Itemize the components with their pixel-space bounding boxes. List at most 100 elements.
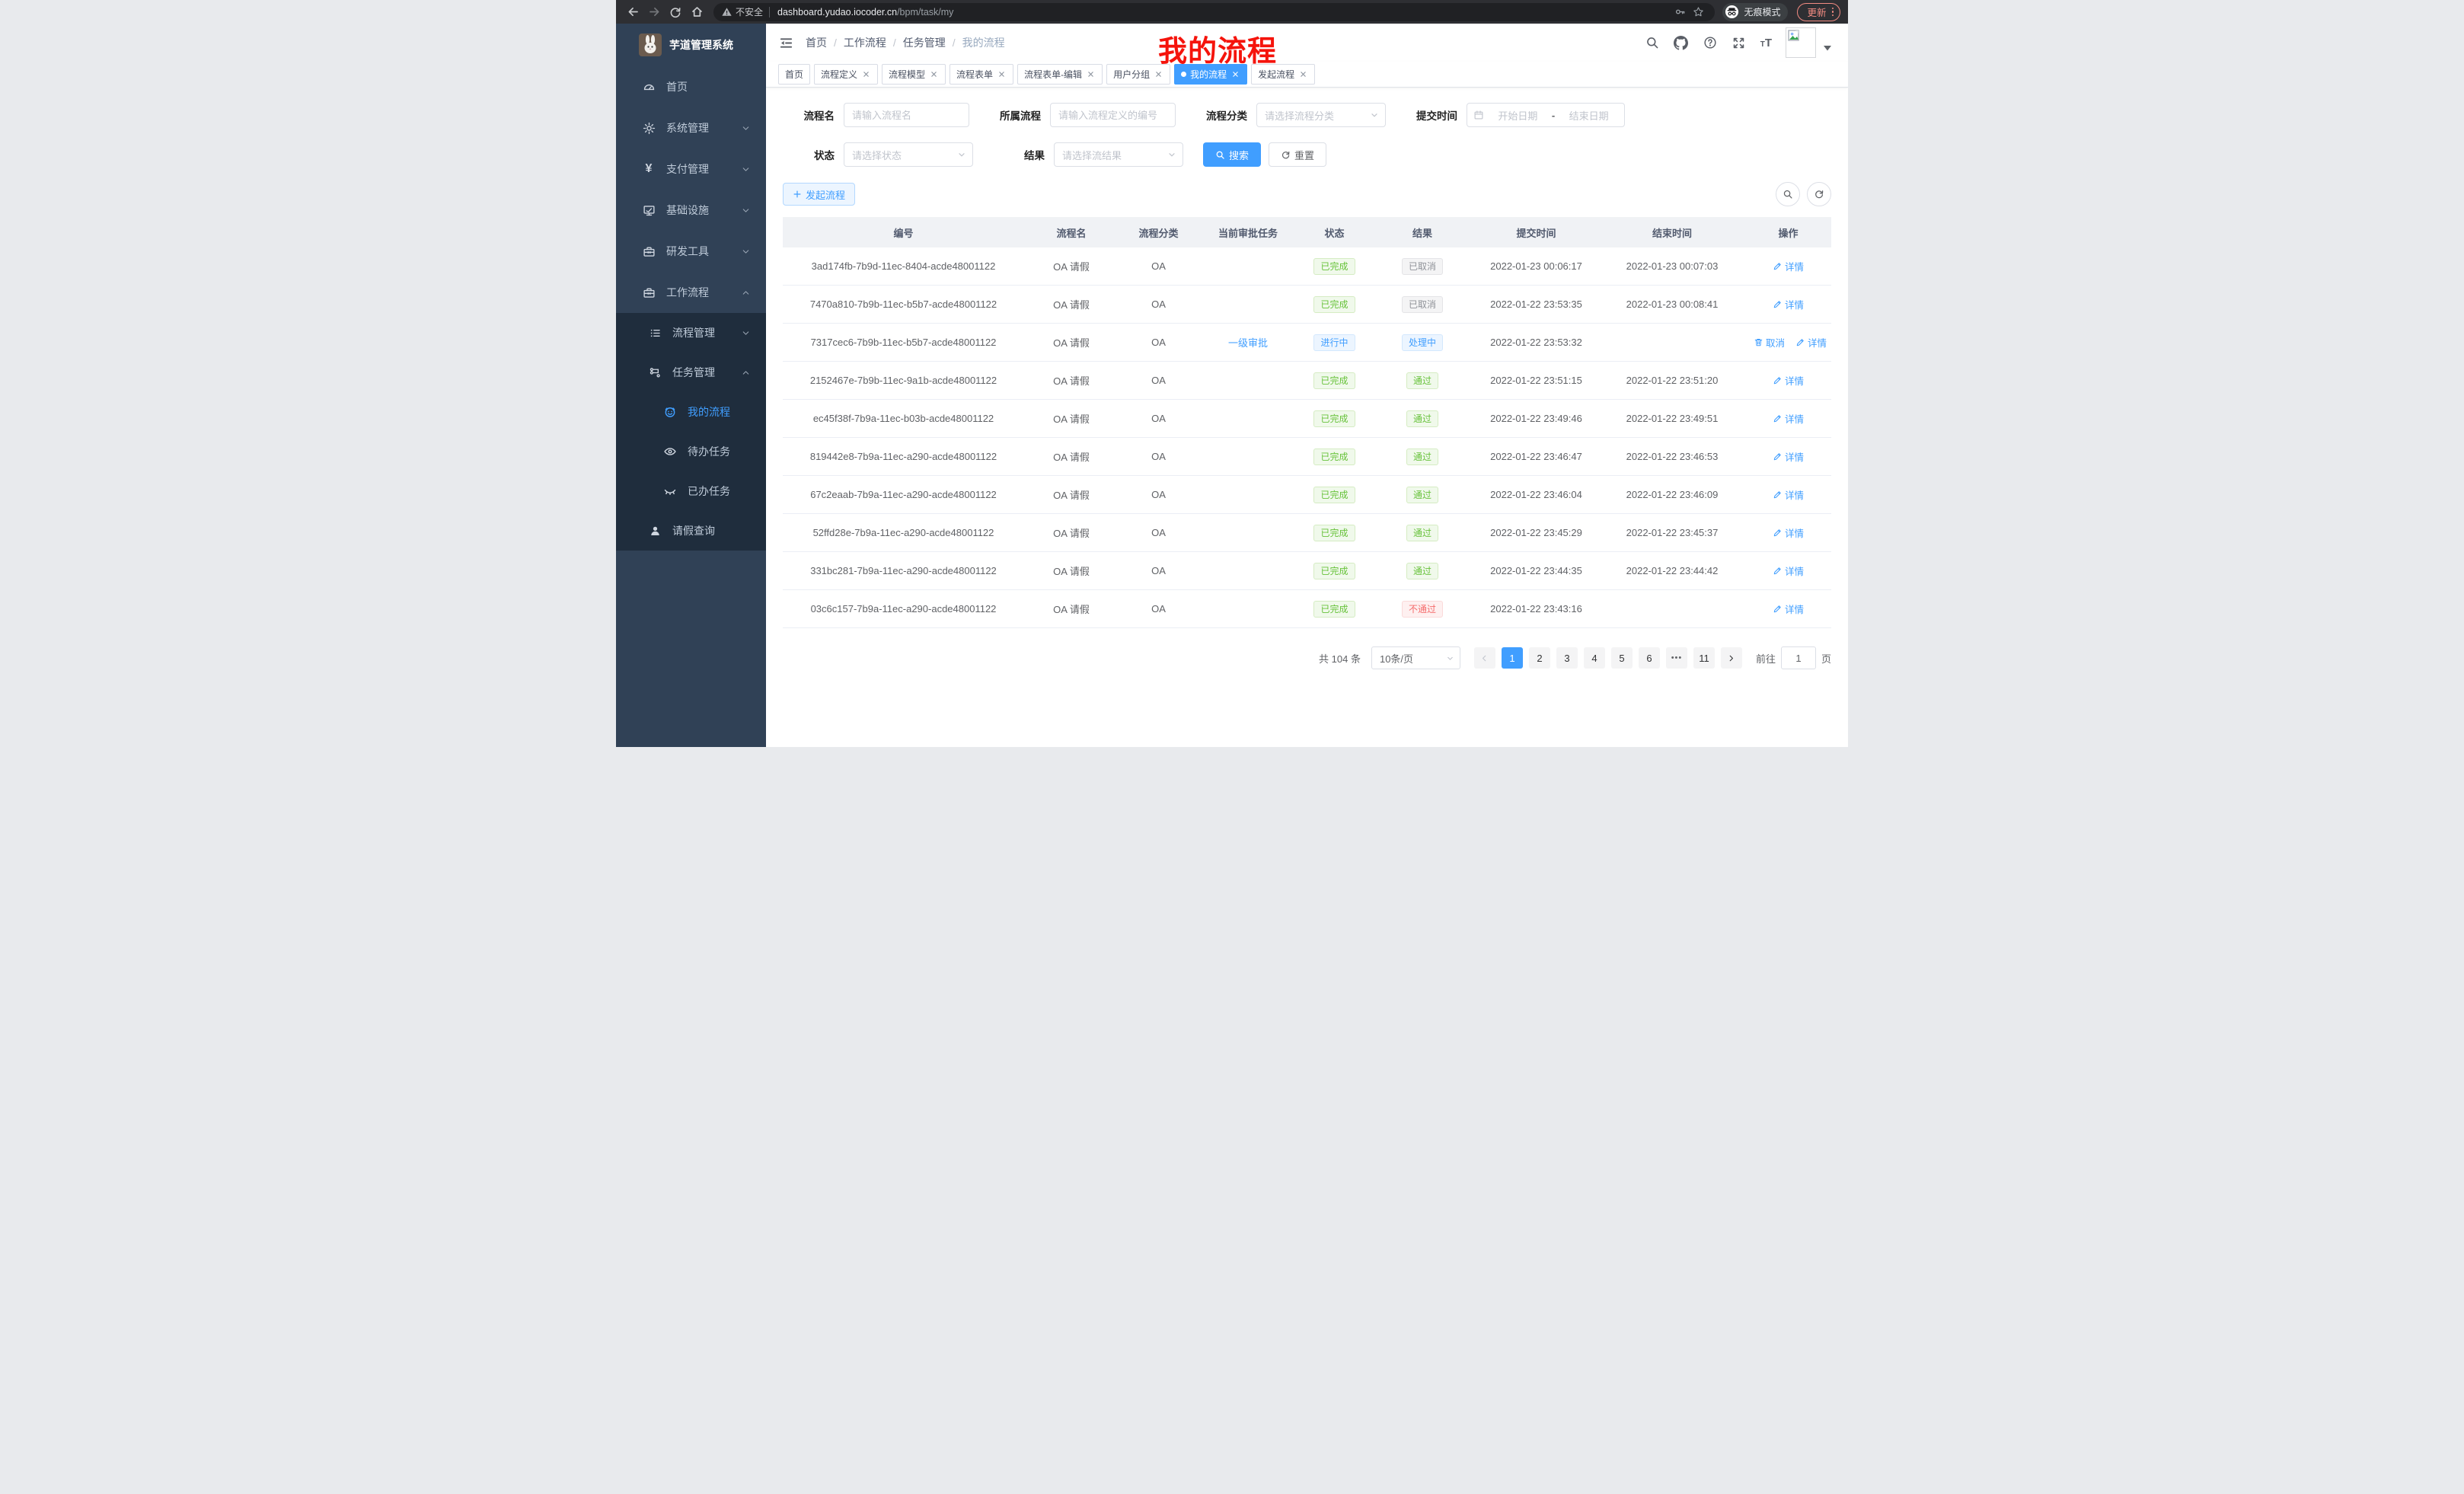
pager-next-button[interactable] [1721, 647, 1742, 669]
sidebar-item-process-management[interactable]: 流程管理 [616, 313, 766, 353]
process-category-select[interactable]: 请选择流程分类 [1256, 103, 1386, 127]
detail-action-link[interactable]: 详情 [1773, 297, 1804, 311]
forward-button[interactable] [645, 3, 663, 21]
update-button[interactable]: 更新 [1797, 3, 1840, 21]
app-logo-row[interactable]: 芋道管理系统 [616, 24, 766, 66]
avatar[interactable] [1786, 27, 1816, 58]
pager-prev-button[interactable] [1474, 647, 1495, 669]
submit-time-daterange[interactable]: 开始日期 - 结束日期 [1467, 103, 1625, 127]
pager-page-11[interactable]: 11 [1693, 647, 1715, 669]
sidebar-item-todo-tasks[interactable]: 待办任务 [616, 432, 766, 471]
goto-page-input[interactable] [1781, 646, 1816, 669]
sidebar-item-leave-query[interactable]: 请假查询 [616, 511, 766, 551]
pager-page-2[interactable]: 2 [1529, 647, 1550, 669]
github-icon[interactable] [1674, 35, 1689, 50]
sidebar-item-home[interactable]: 首页 [616, 66, 766, 107]
cancel-action-link[interactable]: 取消 [1754, 335, 1785, 350]
tab-process-model[interactable]: 流程模型 [882, 64, 946, 85]
tab-home[interactable]: 首页 [778, 64, 810, 85]
tab-my-process[interactable]: 我的流程 [1174, 64, 1247, 85]
close-icon[interactable] [1154, 69, 1163, 79]
pager-page-6[interactable]: 6 [1639, 647, 1660, 669]
pager-page-3[interactable]: 3 [1556, 647, 1578, 669]
pager-page-1[interactable]: 1 [1502, 647, 1523, 669]
fullscreen-icon[interactable] [1732, 35, 1747, 50]
close-icon[interactable] [929, 69, 939, 79]
tab-process-form[interactable]: 流程表单 [950, 64, 1013, 85]
start-process-button[interactable]: 发起流程 [783, 183, 855, 206]
omnibox-divider [769, 7, 770, 18]
detail-action-link[interactable]: 详情 [1773, 525, 1804, 540]
result-select[interactable]: 请选择流结果 [1054, 142, 1183, 167]
browser-menu-icon[interactable] [1832, 8, 1834, 17]
detail-action-link[interactable]: 详情 [1773, 449, 1804, 464]
avatar-caret-icon[interactable] [1824, 46, 1831, 51]
password-key-icon[interactable] [1671, 3, 1689, 21]
pager-page-5[interactable]: 5 [1611, 647, 1633, 669]
close-icon[interactable] [1086, 69, 1096, 79]
sidebar-item-system[interactable]: 系统管理 [616, 107, 766, 148]
search-icon [1215, 150, 1225, 160]
sidebar-item-label: 已办任务 [688, 484, 730, 499]
toggle-search-button[interactable] [1776, 182, 1800, 206]
detail-action-link[interactable]: 详情 [1773, 487, 1804, 502]
close-icon[interactable] [1298, 69, 1308, 79]
address-bar[interactable]: 不安全 dashboard.yudao.iocoder.cn/bpm/task/… [713, 3, 1715, 21]
detail-action-link[interactable]: 详情 [1773, 411, 1804, 426]
sidebar-item-devtools[interactable]: 研发工具 [616, 231, 766, 272]
detail-action-link[interactable]: 详情 [1773, 602, 1804, 616]
close-icon[interactable] [997, 69, 1007, 79]
url-host: dashboard.yudao.iocoder.cn [777, 7, 897, 18]
sidebar-item-label: 工作流程 [666, 285, 709, 300]
bookmark-star-icon[interactable] [1689, 3, 1707, 21]
cell-status: 已完成 [1297, 552, 1371, 590]
search-icon[interactable] [1645, 35, 1660, 50]
trash-icon [1754, 337, 1763, 347]
breadcrumb-item[interactable]: 工作流程 [844, 35, 886, 50]
date-start-placeholder[interactable]: 开始日期 [1489, 108, 1547, 123]
tab-start-process[interactable]: 发起流程 [1251, 64, 1315, 85]
breadcrumb-item[interactable]: 任务管理 [903, 35, 946, 50]
close-icon[interactable] [861, 69, 871, 79]
tab-process-form-edit[interactable]: 流程表单-编辑 [1017, 64, 1103, 85]
breadcrumb-item[interactable]: 首页 [806, 35, 827, 50]
reload-button[interactable] [666, 3, 685, 21]
sidebar-item-payment[interactable]: ¥支付管理 [616, 148, 766, 190]
back-button[interactable] [624, 3, 642, 21]
sidebar-item-my-process[interactable]: 我的流程 [616, 392, 766, 432]
font-size-icon[interactable]: TT [1760, 37, 1772, 49]
sidebar-item-done-tasks[interactable]: 已办任务 [616, 471, 766, 511]
page-size-select[interactable]: 10条/页 [1371, 646, 1460, 669]
sidebar-item-infrastructure[interactable]: 基础设施 [616, 190, 766, 231]
search-button[interactable]: 搜索 [1203, 142, 1261, 167]
not-secure-warning-icon [721, 6, 732, 18]
refresh-table-button[interactable] [1807, 182, 1831, 206]
sidebar-item-task-management[interactable]: 任务管理 [616, 353, 766, 392]
chevron-down-icon [1370, 110, 1379, 120]
sidebar-toggle-icon[interactable] [778, 35, 793, 50]
cell-actions: 详情 [1745, 362, 1831, 400]
sidebar-item-workflow[interactable]: 工作流程 [616, 272, 766, 313]
cell-submit-time: 2022-01-22 23:53:35 [1473, 286, 1599, 324]
tab-process-definition[interactable]: 流程定义 [814, 64, 878, 85]
tab-user-group[interactable]: 用户分组 [1106, 64, 1170, 85]
detail-action-link[interactable]: 详情 [1773, 259, 1804, 273]
status-select[interactable]: 请选择状态 [844, 142, 973, 167]
current-task-link[interactable]: 一级审批 [1228, 337, 1268, 349]
detail-action-link[interactable]: 详情 [1773, 563, 1804, 578]
pager-page-4[interactable]: 4 [1584, 647, 1605, 669]
process-definition-input[interactable] [1050, 103, 1176, 127]
process-name-input[interactable] [844, 103, 969, 127]
home-button[interactable] [688, 3, 706, 21]
cell-current-task [1198, 362, 1297, 400]
reset-button[interactable]: 重置 [1269, 142, 1326, 167]
column-header: 结果 [1371, 217, 1473, 247]
close-icon[interactable] [1230, 69, 1240, 79]
date-end-placeholder[interactable]: 结束日期 [1559, 108, 1618, 123]
detail-action-link[interactable]: 详情 [1795, 335, 1827, 350]
pager-more-button[interactable]: ••• [1666, 647, 1687, 669]
cell-result: 通过 [1371, 362, 1473, 400]
tabs-bar: 首页流程定义流程模型流程表单流程表单-编辑用户分组我的流程发起流程 [766, 62, 1848, 88]
detail-action-link[interactable]: 详情 [1773, 373, 1804, 388]
help-icon[interactable] [1703, 35, 1718, 50]
